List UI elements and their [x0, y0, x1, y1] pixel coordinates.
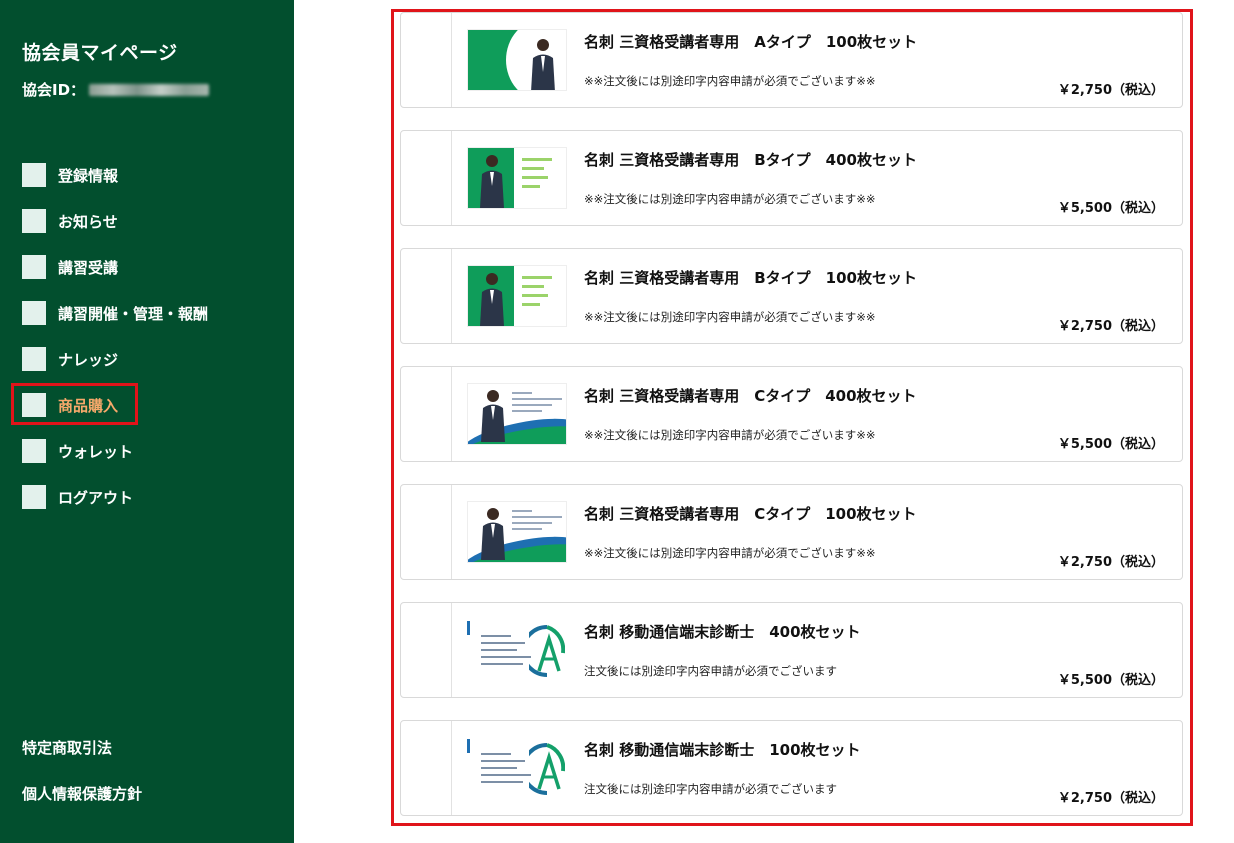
- person-icon: [480, 273, 504, 326]
- mrca-logo-icon: [529, 625, 565, 677]
- card-divider: [451, 13, 452, 107]
- sidebar-item-label: ログアウト: [58, 488, 134, 507]
- link-commercial-law[interactable]: 特定商取引法: [22, 730, 142, 776]
- product-name: 名刺 移動通信端末診断士 100枚セット: [584, 741, 861, 759]
- sidebar-item-label: ウォレット: [58, 442, 134, 461]
- sidebar-item-news[interactable]: お知らせ: [22, 198, 282, 244]
- business-card-diagnostician-thumbnail: [467, 619, 567, 681]
- person-icon: [480, 155, 504, 208]
- card-divider: [451, 367, 452, 461]
- product-card[interactable]: 名刺 移動通信端末診断士 100枚セット 注文後には別途印字内容申請が必須でござ…: [400, 720, 1183, 816]
- product-card[interactable]: 名刺 三資格受講者専用 Aタイプ 100枚セット ※※注文後には別途印字内容申請…: [400, 12, 1183, 108]
- product-card[interactable]: 名刺 移動通信端末診断士 400枚セット 注文後には別途印字内容申請が必須でござ…: [400, 602, 1183, 698]
- nav-icon: [22, 209, 46, 233]
- business-card-type-c-thumbnail: [467, 383, 567, 445]
- product-price: ￥2,750（税込）: [1057, 791, 1164, 806]
- mrca-logo-icon: [529, 743, 565, 795]
- nav-icon: [22, 301, 46, 325]
- member-id: 協会ID：: [22, 79, 210, 100]
- link-privacy-policy[interactable]: 個人情報保護方針: [22, 776, 142, 822]
- sidebar: 協会員マイページ 協会ID： 登録情報 お知らせ 講習受講 講習開催・管理・報酬…: [0, 0, 294, 843]
- nav-icon: [22, 255, 46, 279]
- sidebar-footer: 特定商取引法 個人情報保護方針: [22, 730, 142, 822]
- nav-icon: [22, 439, 46, 463]
- product-note: ※※注文後には別途印字内容申請が必須でございます※※: [584, 310, 876, 324]
- nav-icon: [22, 485, 46, 509]
- card-divider: [451, 603, 452, 697]
- member-id-value-redacted: [89, 83, 210, 96]
- sidebar-item-label: 登録情報: [58, 166, 119, 185]
- product-name: 名刺 移動通信端末診断士 400枚セット: [584, 623, 861, 641]
- nav-icon: [22, 347, 46, 371]
- business-card-type-c-thumbnail: [467, 501, 567, 563]
- sidebar-item-label: 講習開催・管理・報酬: [58, 304, 209, 323]
- card-divider: [451, 485, 452, 579]
- business-card-diagnostician-thumbnail: [467, 737, 567, 799]
- sidebar-nav: 登録情報 お知らせ 講習受講 講習開催・管理・報酬 ナレッジ 商品購入 ウォレッ…: [11, 152, 282, 520]
- sidebar-item-label: 商品購入: [58, 396, 119, 415]
- product-card[interactable]: 名刺 三資格受講者専用 Bタイプ 400枚セット ※※注文後には別途印字内容申請…: [400, 130, 1183, 226]
- sidebar-item-logout[interactable]: ログアウト: [22, 474, 282, 520]
- person-icon: [481, 508, 505, 560]
- page-title: 協会員マイページ: [22, 42, 178, 64]
- sidebar-item-wallet[interactable]: ウォレット: [22, 428, 282, 474]
- sidebar-item-course-management[interactable]: 講習開催・管理・報酬: [22, 290, 282, 336]
- card-divider: [451, 249, 452, 343]
- sidebar-item-knowledge[interactable]: ナレッジ: [22, 336, 282, 382]
- product-price: ￥2,750（税込）: [1057, 83, 1164, 98]
- sidebar-item-label: ナレッジ: [58, 350, 119, 369]
- product-price: ￥2,750（税込）: [1057, 555, 1164, 570]
- product-note: ※※注文後には別途印字内容申請が必須でございます※※: [584, 192, 876, 206]
- business-card-type-a-thumbnail: [467, 29, 567, 91]
- product-name: 名刺 三資格受講者専用 Cタイプ 400枚セット: [584, 387, 917, 405]
- product-price: ￥2,750（税込）: [1057, 319, 1164, 334]
- card-divider: [451, 721, 452, 815]
- member-id-label: 協会ID：: [22, 81, 86, 99]
- product-note: ※※注文後には別途印字内容申請が必須でございます※※: [584, 428, 876, 442]
- person-icon: [481, 390, 505, 442]
- sidebar-item-label: 講習受講: [58, 258, 119, 277]
- business-card-type-b-thumbnail: [467, 265, 567, 327]
- product-name: 名刺 三資格受講者専用 Bタイプ 100枚セット: [584, 269, 917, 287]
- product-price: ￥5,500（税込）: [1057, 201, 1164, 216]
- sidebar-item-registration[interactable]: 登録情報: [22, 152, 282, 198]
- nav-icon: [22, 393, 46, 417]
- product-note: 注文後には別途印字内容申請が必須でございます: [584, 664, 837, 678]
- business-card-type-b-thumbnail: [467, 147, 567, 209]
- product-card[interactable]: 名刺 三資格受講者専用 Cタイプ 100枚セット ※※注文後には別途印字内容申請…: [400, 484, 1183, 580]
- card-divider: [451, 131, 452, 225]
- person-icon: [531, 39, 555, 90]
- sidebar-item-purchase[interactable]: 商品購入: [11, 382, 282, 428]
- product-note: 注文後には別途印字内容申請が必須でございます: [584, 782, 837, 796]
- product-note: ※※注文後には別途印字内容申請が必須でございます※※: [584, 74, 876, 88]
- nav-icon: [22, 163, 46, 187]
- product-name: 名刺 三資格受講者専用 Aタイプ 100枚セット: [584, 33, 918, 51]
- product-card[interactable]: 名刺 三資格受講者専用 Bタイプ 100枚セット ※※注文後には別途印字内容申請…: [400, 248, 1183, 344]
- product-price: ￥5,500（税込）: [1057, 437, 1164, 452]
- product-price: ￥5,500（税込）: [1057, 673, 1164, 688]
- product-note: ※※注文後には別途印字内容申請が必須でございます※※: [584, 546, 876, 560]
- sidebar-item-label: お知らせ: [58, 212, 118, 231]
- product-name: 名刺 三資格受講者専用 Bタイプ 400枚セット: [584, 151, 917, 169]
- product-name: 名刺 三資格受講者専用 Cタイプ 100枚セット: [584, 505, 917, 523]
- product-list: 名刺 三資格受講者専用 Aタイプ 100枚セット ※※注文後には別途印字内容申請…: [400, 12, 1183, 838]
- sidebar-item-courses[interactable]: 講習受講: [22, 244, 282, 290]
- product-card[interactable]: 名刺 三資格受講者専用 Cタイプ 400枚セット ※※注文後には別途印字内容申請…: [400, 366, 1183, 462]
